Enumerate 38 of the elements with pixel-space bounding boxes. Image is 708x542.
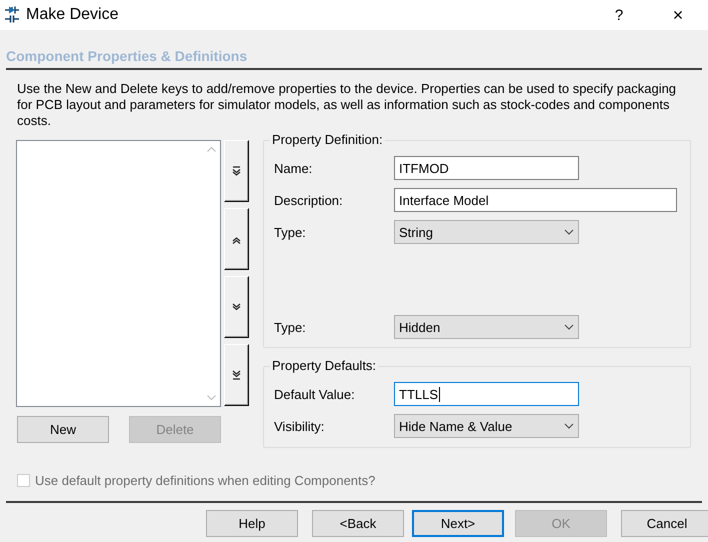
input-field[interactable]: TTLLS xyxy=(394,382,579,406)
field-label: Visibility: xyxy=(274,418,326,434)
double-chevron-icon xyxy=(230,369,243,381)
new-button[interactable]: New xyxy=(17,416,109,443)
next-button[interactable]: Next> xyxy=(412,510,504,537)
field-label: Default Value: xyxy=(274,386,356,402)
help-button[interactable]: ? xyxy=(590,6,648,24)
dropdown[interactable]: Hidden xyxy=(394,315,579,339)
dropdown[interactable]: Hide Name & Value xyxy=(394,414,579,438)
chevron-up-icon xyxy=(207,147,216,152)
window-title: Make Device xyxy=(26,6,120,24)
move-bottom-button[interactable] xyxy=(224,344,249,406)
close-button[interactable]: × xyxy=(648,4,708,26)
double-chevron-icon xyxy=(230,301,243,313)
dropdown[interactable]: String xyxy=(394,220,579,244)
move-up-button[interactable] xyxy=(224,208,249,270)
chevron-down-icon xyxy=(564,324,574,330)
checkbox-label: Use default property definitions when editing Components? xyxy=(35,473,376,488)
field-label: Description: xyxy=(274,192,344,208)
input-field[interactable]: ITFMOD xyxy=(394,156,579,180)
group-title: Property Definition: xyxy=(270,132,385,147)
field-label: Type: xyxy=(274,320,307,334)
chevron-down-icon xyxy=(564,423,574,429)
back-button[interactable]: <Back xyxy=(312,510,404,537)
field-label: Type: xyxy=(274,224,307,240)
cancel-button[interactable]: Cancel xyxy=(621,510,708,537)
instructions-text: Use the New and Delete keys to add/remove properties to the device. Properties can be used to specify packaging for PCB layout and parameters for simulator models, as well as information such as stock-codes and components costs. xyxy=(17,81,678,129)
component-icon xyxy=(4,6,20,24)
chevron-down-icon xyxy=(564,229,574,235)
move-down-button[interactable] xyxy=(224,276,249,338)
field-label: Name: xyxy=(274,160,314,176)
group-title: Property Defaults: xyxy=(270,358,378,373)
chevron-down-icon xyxy=(207,395,216,400)
help-button[interactable]: Help xyxy=(206,510,298,537)
input-field[interactable]: Interface Model xyxy=(394,188,677,212)
double-chevron-icon xyxy=(230,165,243,177)
move-top-button[interactable] xyxy=(224,140,249,202)
section-heading: Component Properties & Definitions xyxy=(6,48,248,64)
